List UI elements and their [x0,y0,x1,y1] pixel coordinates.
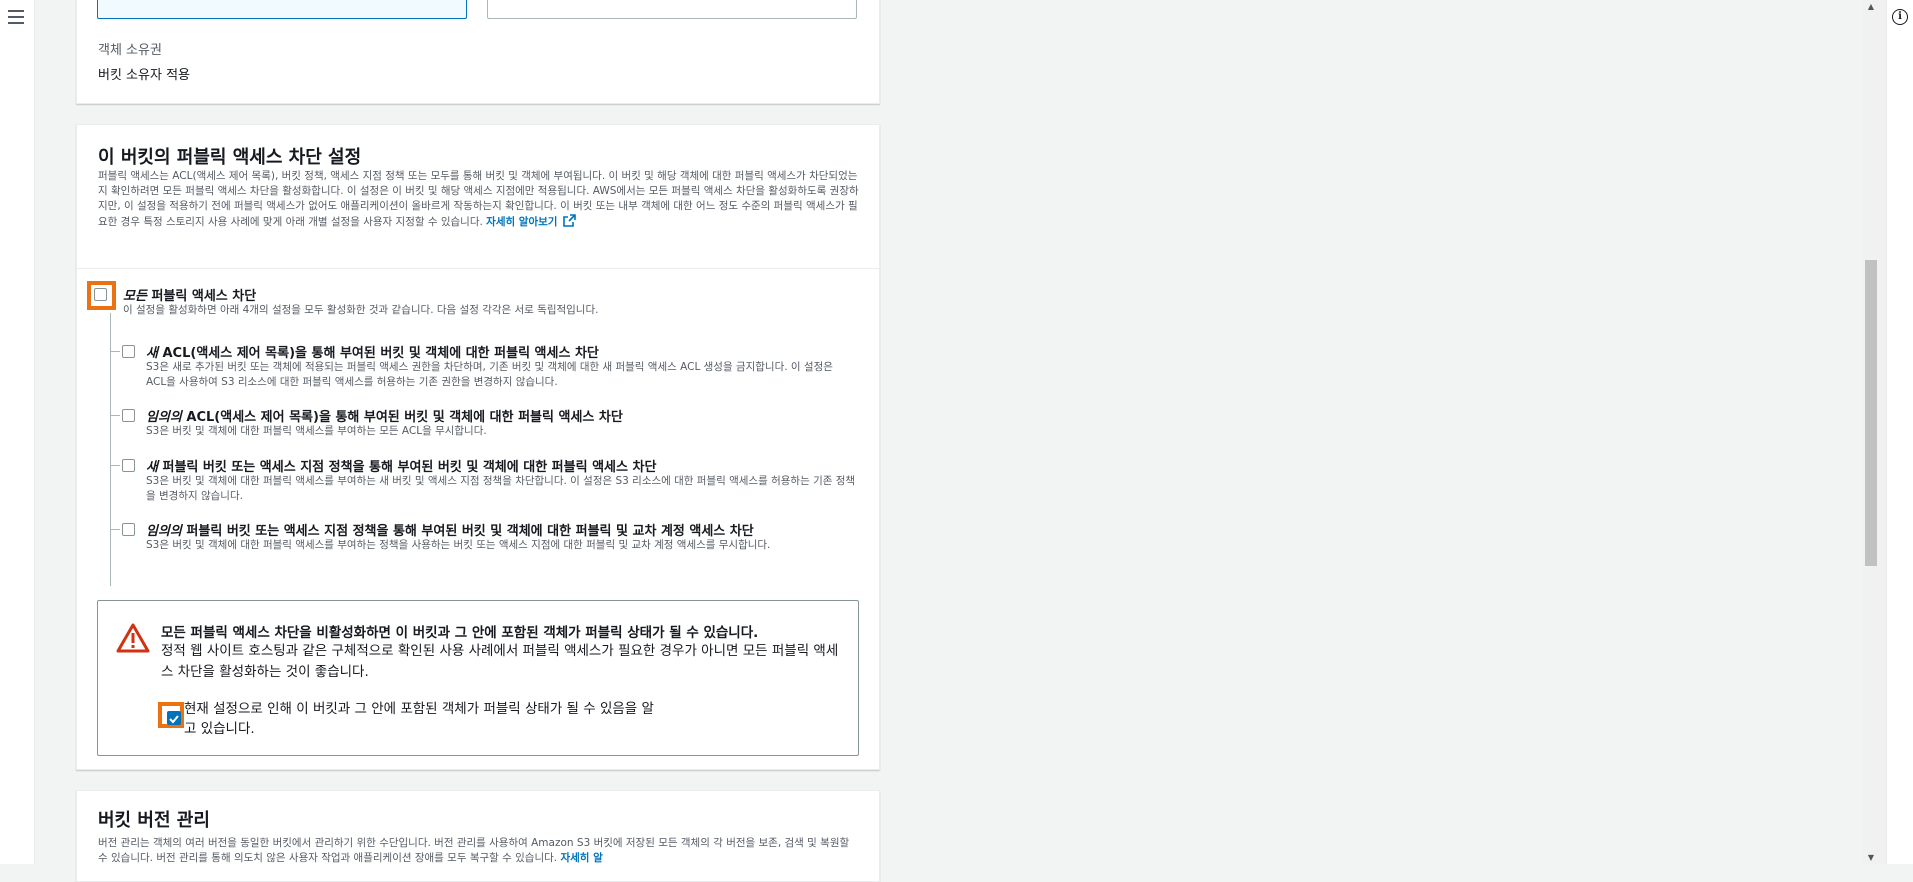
checkmark-icon [169,715,179,724]
block-all-description: 이 설정을 활성화하면 아래 4개의 설정을 모두 활성화한 것과 같습니다. … [123,304,599,316]
page-scrollbar[interactable]: ▲ ▼ [1862,0,1886,864]
option-description: S3은 버킷 및 객체에 대한 퍼블릭 액세스를 부여하는 새 버킷 및 액세스… [146,475,856,502]
option-title: 새 퍼블릭 버킷 또는 액세스 지점 정책을 통해 부여된 버킷 및 객체에 대… [146,460,657,475]
block-new-acl-checkbox[interactable] [122,345,135,358]
option-title: 새 ACL(액세스 제어 목록)을 통해 부여된 버킷 및 객체에 대한 퍼블릭… [146,346,599,361]
block-any-policy-checkbox[interactable] [122,523,135,536]
versioning-title: 버킷 버전 관리 [98,810,210,831]
object-ownership-value: 버킷 소유자 적용 [98,68,190,83]
option-title: 임의의 퍼블릭 버킷 또는 액세스 지점 정책을 통해 부여된 버킷 및 객체에… [146,524,754,539]
scroll-up-icon[interactable]: ▲ [1865,2,1877,11]
warning-icon [116,623,150,653]
external-link-icon [563,214,577,227]
block-new-policy-checkbox[interactable] [122,459,135,472]
tree-branch [110,465,120,466]
left-nav-rail [0,0,35,864]
warning-alert: 모든 퍼블릭 액세스 차단을 비활성화하면 이 버킷과 그 안에 포함된 객체가… [97,600,859,756]
versioning-description: 버전 관리는 객체의 여러 버전을 동일한 버킷에서 관리하기 위한 수단입니다… [98,837,850,864]
tree-line [110,313,111,586]
acknowledge-checkbox[interactable] [158,702,184,728]
ownership-option-tile-selected[interactable] [97,0,467,19]
learn-more-link[interactable]: 자세히 알아보기 [486,214,577,228]
tree-branch [110,351,120,352]
acknowledge-label: 현재 설정으로 인해 이 버킷과 그 안에 포함된 객체가 퍼블릭 상태가 될 … [184,701,654,737]
checkbox-checked [167,711,181,725]
warning-title: 모든 퍼블릭 액세스 차단을 비활성화하면 이 버킷과 그 안에 포함된 객체가… [161,625,759,641]
option-description: S3은 버킷 및 객체에 대한 퍼블릭 액세스를 부여하는 모든 ACL을 무시… [146,425,487,437]
description-text: 퍼블릭 액세스는 ACL(액세스 제어 목록), 버킷 정책, 액세스 지점 정… [98,170,859,228]
object-ownership-label: 객체 소유권 [98,43,162,58]
option-description: S3은 버킷 및 객체에 대한 퍼블릭 액세스를 부여하는 정책을 사용하는 버… [146,539,771,551]
scroll-down-icon[interactable]: ▼ [1865,853,1877,862]
block-all-title: 모든 퍼블릭 액세스 차단 [123,289,257,304]
block-all-checkbox[interactable] [94,288,107,301]
option-title: 임의의 ACL(액세스 제어 목록)을 통해 부여된 버킷 및 객체에 대한 퍼… [146,410,623,425]
bucket-versioning-card: 버킷 버전 관리 버전 관리는 객체의 여러 버전을 동일한 버킷에서 관리하기… [76,790,880,882]
option-description: S3은 새로 추가된 버킷 또는 객체에 적용되는 퍼블릭 액세스 권한을 차단… [146,361,833,388]
menu-icon[interactable] [8,10,24,24]
object-ownership-card: 객체 소유권 버킷 소유자 적용 [76,0,880,104]
warning-text: 정적 웹 사이트 호스팅과 같은 구체적으로 확인된 사용 사례에서 퍼블릭 액… [161,643,839,680]
ownership-option-tile[interactable] [487,0,857,19]
card-description: 퍼블릭 액세스는 ACL(액세스 제어 목록), 버킷 정책, 액세스 지점 정… [98,169,862,230]
info-icon[interactable]: i [1892,9,1908,25]
block-public-access-card: 이 버킷의 퍼블릭 액세스 차단 설정 퍼블릭 액세스는 ACL(액세스 제어 … [76,124,880,770]
scrollbar-thumb[interactable] [1865,260,1877,566]
card-title: 이 버킷의 퍼블릭 액세스 차단 설정 [98,147,362,168]
card-header: 이 버킷의 퍼블릭 액세스 차단 설정 퍼블릭 액세스는 ACL(액세스 제어 … [77,125,879,269]
learn-more-link[interactable]: 자세히 알 [560,852,602,864]
tree-branch [110,529,120,530]
right-tools-rail: i [1886,0,1913,864]
tree-branch [110,415,120,416]
block-any-acl-checkbox[interactable] [122,409,135,422]
